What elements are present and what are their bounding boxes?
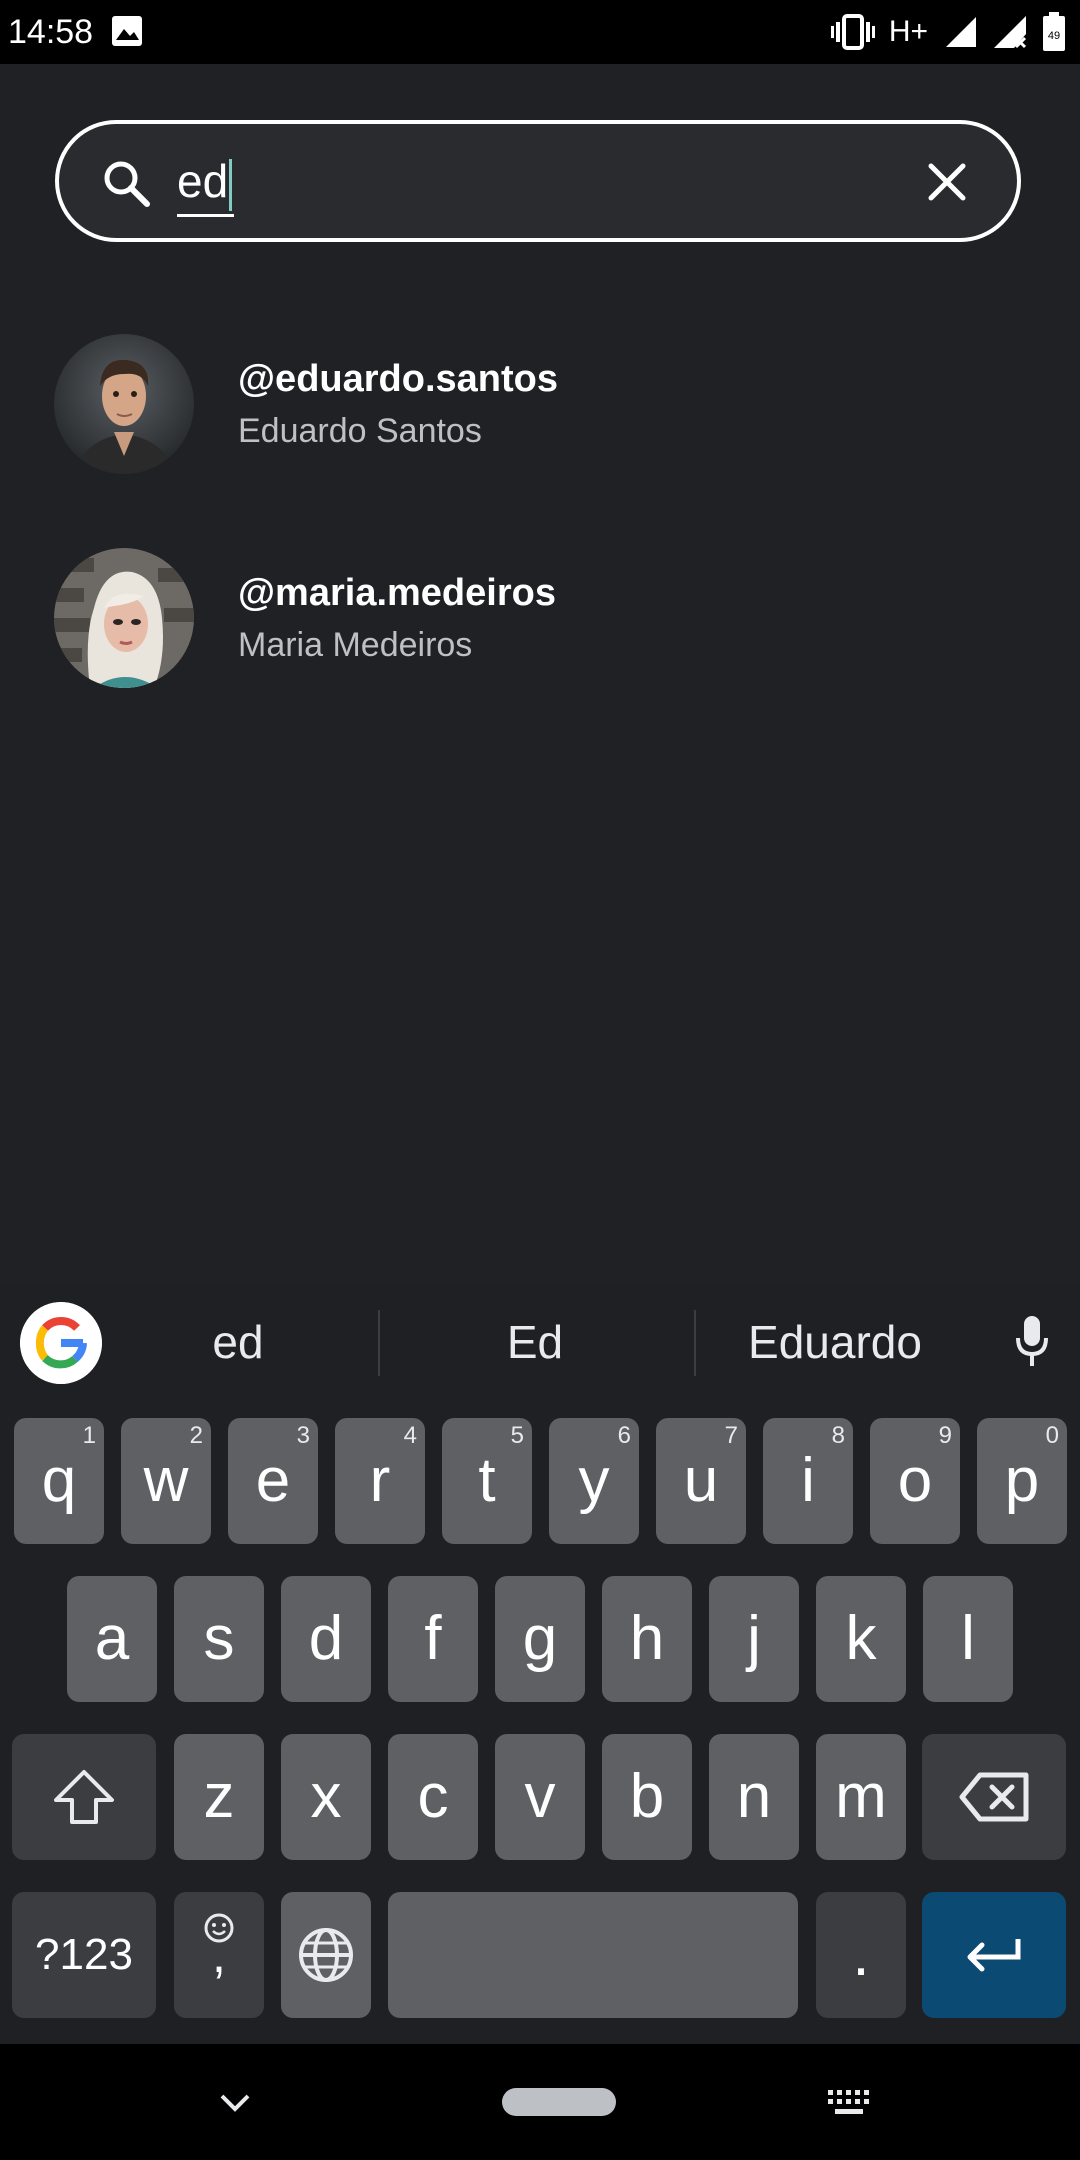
key-c[interactable]: c	[388, 1734, 478, 1860]
key-hint: 8	[831, 1422, 845, 1449]
key-r[interactable]: r4	[335, 1418, 425, 1544]
home-button[interactable]	[502, 2088, 616, 2116]
status-bar: 14:58 H+ 49	[0, 0, 1080, 64]
key-label: p	[1004, 1446, 1040, 1515]
key-label: e	[255, 1446, 291, 1515]
key-hint: 2	[189, 1422, 203, 1449]
key-s[interactable]: s	[174, 1576, 264, 1702]
key-label: w	[143, 1446, 189, 1515]
key-d[interactable]: d	[281, 1576, 371, 1702]
avatar	[54, 334, 194, 474]
key-k[interactable]: k	[816, 1576, 906, 1702]
search-query: ed	[177, 155, 229, 207]
network-type: H+	[888, 15, 928, 48]
key-hint: 9	[938, 1422, 952, 1449]
key-o[interactable]: o9	[870, 1418, 960, 1544]
key-label: q	[41, 1446, 77, 1515]
suggestion-1[interactable]: ed	[120, 1306, 356, 1378]
space-key[interactable]	[388, 1892, 798, 2018]
key-label: t	[478, 1446, 496, 1515]
key-v[interactable]: v	[495, 1734, 585, 1860]
key-a[interactable]: a	[67, 1576, 157, 1702]
battery-icon: 49	[1043, 12, 1065, 51]
keyboard: ed Ed Eduardo q1w2e3r4t5y6u7i8o9p0 asdfg…	[0, 1282, 1080, 2044]
key-f[interactable]: f	[388, 1576, 478, 1702]
key-b[interactable]: b	[602, 1734, 692, 1860]
suggestion-divider	[694, 1310, 696, 1376]
key-label: o	[897, 1446, 933, 1515]
signal-no-data-icon	[994, 16, 1027, 49]
key-j[interactable]: j	[709, 1576, 799, 1702]
search-icon	[104, 161, 150, 207]
search-bar[interactable]: ed	[55, 120, 1021, 242]
suggestion-bar: ed Ed Eduardo	[0, 1282, 1080, 1402]
key-hint: 4	[403, 1422, 417, 1449]
key-p[interactable]: p0	[977, 1418, 1067, 1544]
avatar	[54, 548, 194, 688]
key-t[interactable]: t5	[442, 1418, 532, 1544]
period-key[interactable]: .	[816, 1892, 906, 2018]
close-icon[interactable]	[923, 158, 971, 206]
keyboard-switch-icon[interactable]	[826, 2088, 872, 2118]
enter-icon	[967, 1939, 1021, 1972]
key-n[interactable]: n	[709, 1734, 799, 1860]
key-e[interactable]: e3	[228, 1418, 318, 1544]
google-icon[interactable]	[20, 1302, 102, 1384]
globe-icon	[299, 1928, 353, 1982]
language-key[interactable]	[281, 1892, 371, 2018]
vibrate-icon	[830, 14, 875, 50]
status-icons: H+ 49	[830, 10, 1066, 54]
microphone-icon[interactable]	[1014, 1314, 1050, 1370]
chevron-down-icon[interactable]	[218, 2092, 252, 2114]
key-y[interactable]: y6	[549, 1418, 639, 1544]
key-hint: 7	[724, 1422, 738, 1449]
battery-level: 49	[1048, 30, 1060, 42]
key-i[interactable]: i8	[763, 1418, 853, 1544]
key-l[interactable]: l	[923, 1576, 1013, 1702]
backspace-key[interactable]	[922, 1734, 1066, 1860]
backspace-icon	[959, 1772, 1029, 1822]
result-name: Maria Medeiros	[238, 626, 473, 664]
key-hint: 1	[82, 1422, 96, 1449]
key-label: y	[578, 1446, 610, 1515]
result-item[interactable]: @eduardo.santos Eduardo Santos	[0, 334, 1080, 534]
image-icon	[112, 16, 142, 46]
result-handle: @eduardo.santos	[238, 358, 558, 400]
app-content: ed @eduardo.santos Eduardo Santos @maria…	[0, 64, 1080, 1282]
suggestion-2[interactable]: Ed	[400, 1306, 670, 1378]
result-name: Eduardo Santos	[238, 412, 482, 450]
emoji-comma-key[interactable]: ,	[174, 1892, 264, 2018]
comma-label: ,	[212, 1927, 226, 1983]
key-x[interactable]: x	[281, 1734, 371, 1860]
symbols-key[interactable]: ?123	[12, 1892, 156, 2018]
shift-icon	[54, 1770, 114, 1824]
key-hint: 5	[510, 1422, 524, 1449]
key-hint: 6	[617, 1422, 631, 1449]
search-input[interactable]: ed	[177, 148, 235, 217]
key-hint: 3	[296, 1422, 310, 1449]
key-hint: 0	[1045, 1422, 1059, 1449]
key-label: u	[683, 1446, 719, 1515]
key-u[interactable]: u7	[656, 1418, 746, 1544]
key-label: r	[369, 1446, 391, 1515]
navigation-bar	[0, 2044, 1080, 2160]
text-cursor	[229, 158, 233, 211]
result-handle: @maria.medeiros	[238, 572, 556, 614]
suggestion-3[interactable]: Eduardo	[716, 1306, 954, 1378]
status-time: 14:58	[8, 13, 94, 51]
key-q[interactable]: q1	[14, 1418, 104, 1544]
key-label: i	[801, 1446, 815, 1515]
result-item[interactable]: @maria.medeiros Maria Medeiros	[0, 548, 1080, 748]
suggestion-divider	[378, 1310, 380, 1376]
shift-key[interactable]	[12, 1734, 156, 1860]
signal-icon	[946, 17, 976, 47]
key-z[interactable]: z	[174, 1734, 264, 1860]
key-m[interactable]: m	[816, 1734, 906, 1860]
enter-key[interactable]	[922, 1892, 1066, 2018]
key-g[interactable]: g	[495, 1576, 585, 1702]
key-h[interactable]: h	[602, 1576, 692, 1702]
key-w[interactable]: w2	[121, 1418, 211, 1544]
